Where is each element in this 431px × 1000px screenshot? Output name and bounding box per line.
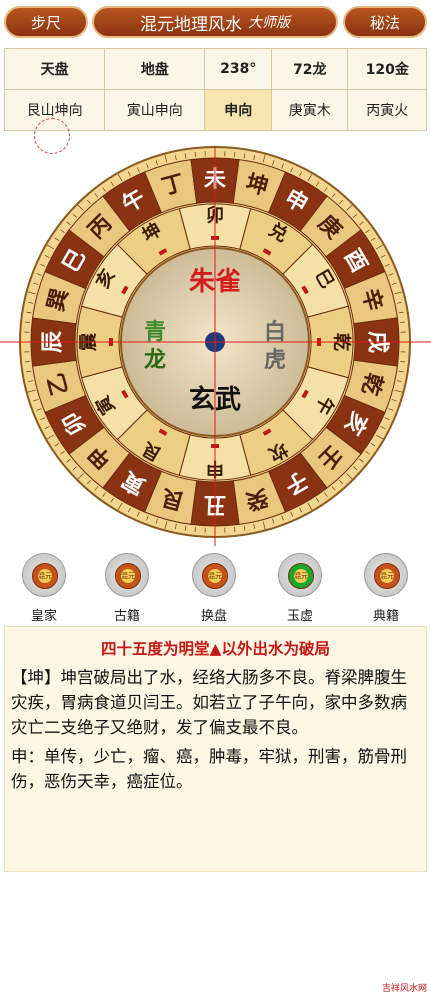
luopan-compass[interactable]: 申庚酉辛戌乾亥壬子癸丑艮寅甲卯乙辰巽巳丙午丁未坤卯▬▬▬ 兑▬▬▬巳▬▬▬乾▬▬▬… bbox=[0, 146, 431, 546]
text-panel: 四十五度为明堂▲以外出水为破局 【坤】坤宫破局出了水，经络大肠多不良。脊梁脾腹生… bbox=[4, 626, 427, 872]
step-ruler-button[interactable]: 步尺 bbox=[4, 6, 88, 38]
animal-right: 白 bbox=[264, 319, 286, 345]
panel-paragraph: 申：单传，少亡，瘤、癌，肿毒，牢狱，刑害，筋骨刑伤，恶伤天幸，癌症位。 bbox=[11, 747, 407, 791]
earth-plate-value: 寅山申向 bbox=[104, 89, 206, 131]
ancient-books-button[interactable]: 混元 古籍 bbox=[97, 553, 157, 624]
table-row: 天盘 地盘 238° 72龙 120金 bbox=[3, 48, 427, 90]
panel-paragraph: 【坤】坤宫破局出了水，经络大肠多不良。脊梁脾腹生灾疾，胃病食道贝闫王。如若立了子… bbox=[11, 668, 407, 737]
heaven-plate-header: 天盘 bbox=[3, 48, 106, 90]
switch-plate-icon: 混元 bbox=[192, 553, 236, 597]
title-text: 混元地理风水 bbox=[140, 14, 242, 35]
dragon-element-value: 庚寅木 bbox=[271, 89, 349, 131]
royal-label: 皇家 bbox=[30, 609, 57, 624]
icon-bar: 混元 皇家 混元 古籍 混元 换盘 混元 玉虚 混元 典籍 bbox=[0, 553, 431, 624]
watermark: 吉祥风水网 bbox=[381, 984, 427, 994]
classics-icon: 混元 bbox=[364, 553, 408, 597]
earth-plate-header: 地盘 bbox=[104, 48, 206, 90]
yuxu-label: 玉虚 bbox=[286, 609, 313, 624]
header: 步尺 混元地理风水 大师版 秘法 bbox=[0, 0, 431, 44]
info-table: 天盘 地盘 238° 72龙 120金 艮山坤向 寅山申向 申向 庚寅木 丙寅火 bbox=[3, 48, 427, 131]
animal-left: 龙 bbox=[144, 347, 166, 373]
table-row: 艮山坤向 寅山申向 申向 庚寅木 丙寅火 bbox=[3, 89, 427, 131]
title-subtitle: 大师版 bbox=[248, 15, 290, 31]
switch-plate-button[interactable]: 混元 换盘 bbox=[184, 553, 244, 624]
royal-button[interactable]: 混元 皇家 bbox=[14, 553, 74, 624]
royal-icon: 混元 bbox=[22, 553, 66, 597]
app-title: 混元地理风水 大师版 bbox=[92, 6, 338, 38]
animal-right: 虎 bbox=[264, 347, 286, 373]
degree-value: 238° bbox=[204, 48, 273, 90]
panel-title: 四十五度为明堂▲以外出水为破局 bbox=[101, 640, 330, 658]
ancient-books-label: 古籍 bbox=[113, 609, 140, 624]
yuxu-icon: 混元 bbox=[278, 553, 322, 597]
animal-left: 青 bbox=[144, 319, 166, 345]
classics-button[interactable]: 混元 典籍 bbox=[356, 553, 416, 624]
panel-body: 【坤】坤宫破局出了水，经络大肠多不良。脊梁脾腹生灾疾，胃病食道贝闫王。如若立了子… bbox=[11, 665, 420, 794]
switch-plate-label: 换盘 bbox=[200, 609, 227, 624]
metal-value: 120金 bbox=[347, 48, 427, 90]
dragon-value: 72龙 bbox=[271, 48, 349, 90]
classics-label: 典籍 bbox=[372, 609, 399, 624]
direction-value: 申向 bbox=[204, 89, 273, 131]
metal-element-value: 丙寅火 bbox=[347, 89, 427, 131]
ancient-books-icon: 混元 bbox=[105, 553, 149, 597]
secret-method-button[interactable]: 秘法 bbox=[343, 6, 427, 38]
yuxu-button[interactable]: 混元 玉虚 bbox=[270, 553, 330, 624]
